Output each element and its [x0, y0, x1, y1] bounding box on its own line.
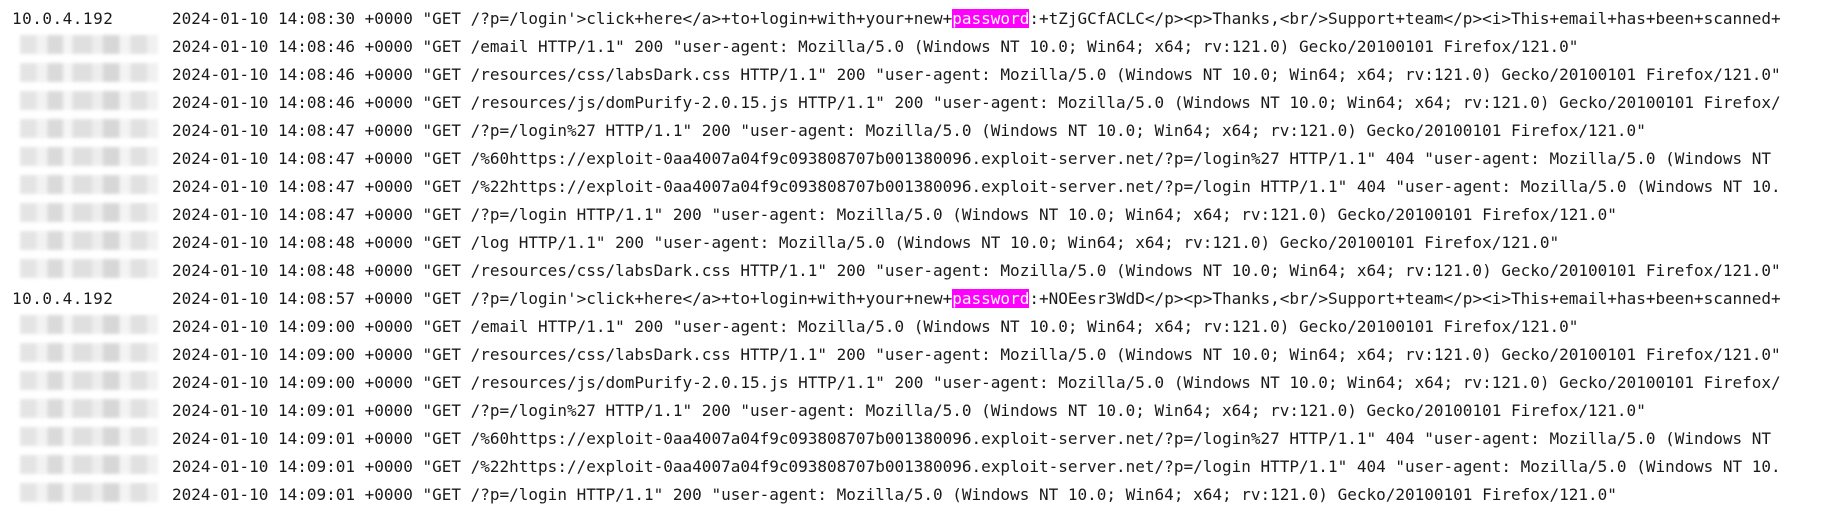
log-text-after: :+NOEesr3WdD</p><p>Thanks,<br/>Support+t…	[1029, 288, 1781, 308]
log-entry-text: 2024-01-10 14:08:48 +0000 "GET /resource…	[172, 260, 1781, 280]
ip-address	[0, 118, 172, 142]
log-row: 2024-01-10 14:09:00 +0000 "GET /resource…	[0, 340, 1841, 368]
redacted-ip	[20, 370, 158, 390]
log-entry-text: 2024-01-10 14:08:48 +0000 "GET /log HTTP…	[172, 232, 1560, 252]
log-row: 2024-01-10 14:09:00 +0000 "GET /email HT…	[0, 312, 1841, 340]
log-entry-text: 2024-01-10 14:08:30 +0000 "GET /?p=/logi…	[172, 8, 1841, 28]
log-row: 2024-01-10 14:08:46 +0000 "GET /resource…	[0, 60, 1841, 88]
search-highlight: password	[952, 288, 1030, 308]
ip-address: 10.0.4.192	[12, 288, 114, 308]
log-row: 10.0.4.192 2024-01-10 14:08:57 +0000 "GET…	[0, 284, 1841, 312]
log-entry-text: 2024-01-10 14:09:01 +0000 "GET /%60https…	[172, 428, 1772, 448]
access-log-view: 10.0.4.192 2024-01-10 14:08:30 +0000 "GET…	[0, 0, 1841, 525]
log-row: 2024-01-10 14:08:47 +0000 "GET /?p=/logi…	[0, 200, 1841, 228]
log-row: 10.0.4.192 2024-01-10 14:08:30 +0000 "GET…	[0, 4, 1841, 32]
redacted-ip	[20, 34, 158, 54]
log-row: 2024-01-10 14:09:01 +0000 "GET /%22https…	[0, 452, 1841, 480]
ip-address	[0, 202, 172, 226]
ip-address	[0, 34, 172, 58]
ip-address	[0, 398, 172, 422]
ip-address	[0, 146, 172, 170]
log-entry-text: 2024-01-10 14:08:47 +0000 "GET /%60https…	[172, 148, 1772, 168]
log-row: 2024-01-10 14:08:47 +0000 "GET /?p=/logi…	[0, 116, 1841, 144]
log-entry-text: 2024-01-10 14:08:47 +0000 "GET /?p=/logi…	[172, 204, 1617, 224]
redacted-ip	[20, 202, 158, 222]
redacted-ip	[20, 398, 158, 418]
ip-address	[0, 454, 172, 478]
log-row: 2024-01-10 14:08:47 +0000 "GET /%60https…	[0, 144, 1841, 172]
redacted-ip	[20, 454, 158, 474]
log-entry-text: 2024-01-10 14:09:01 +0000 "GET /?p=/logi…	[172, 484, 1617, 504]
log-entry-text: 2024-01-10 14:08:47 +0000 "GET /?p=/logi…	[172, 120, 1646, 140]
log-row: 2024-01-10 14:08:47 +0000 "GET /%22https…	[0, 172, 1841, 200]
ip-address	[0, 314, 172, 338]
redacted-ip	[20, 482, 158, 502]
redacted-ip	[20, 146, 158, 166]
log-row: 2024-01-10 14:09:01 +0000 "GET /%60https…	[0, 424, 1841, 452]
log-entry-text: 2024-01-10 14:08:46 +0000 "GET /resource…	[172, 64, 1781, 84]
ip-address	[0, 370, 172, 394]
redacted-ip	[20, 230, 158, 250]
log-text-before: 2024-01-10 14:08:30 +0000 "GET /?p=/logi…	[172, 8, 953, 28]
log-text-before: 2024-01-10 14:08:57 +0000 "GET /?p=/logi…	[172, 288, 953, 308]
redacted-ip	[20, 314, 158, 334]
log-row: 2024-01-10 14:09:01 +0000 "GET /?p=/logi…	[0, 396, 1841, 424]
redacted-ip	[20, 118, 158, 138]
ip-address	[0, 426, 172, 450]
redacted-ip	[20, 90, 158, 110]
ip-address	[0, 174, 172, 198]
ip-address	[0, 90, 172, 114]
log-text-after: :+tZjGCfACLC</p><p>Thanks,<br/>Support+t…	[1029, 8, 1781, 28]
log-row: 2024-01-10 14:09:00 +0000 "GET /resource…	[0, 368, 1841, 396]
log-entry-text: 2024-01-10 14:09:01 +0000 "GET /?p=/logi…	[172, 400, 1646, 420]
redacted-ip	[20, 62, 158, 82]
ip-address	[0, 230, 172, 254]
log-row: 2024-01-10 14:09:01 +0000 "GET /?p=/logi…	[0, 480, 1841, 508]
redacted-ip	[20, 258, 158, 278]
redacted-ip	[20, 174, 158, 194]
ip-address: 10.0.4.192	[12, 8, 114, 28]
log-entry-text: 2024-01-10 14:09:00 +0000 "GET /resource…	[172, 344, 1781, 364]
log-entry-text: 2024-01-10 14:08:46 +0000 "GET /resource…	[172, 92, 1781, 112]
redacted-ip	[20, 426, 158, 446]
log-row: 2024-01-10 14:08:46 +0000 "GET /resource…	[0, 88, 1841, 116]
log-row: 2024-01-10 14:08:48 +0000 "GET /log HTTP…	[0, 228, 1841, 256]
log-entry-text: 2024-01-10 14:09:00 +0000 "GET /email HT…	[172, 316, 1579, 336]
ip-address	[0, 482, 172, 506]
log-entry-text: 2024-01-10 14:09:01 +0000 "GET /%22https…	[172, 456, 1781, 476]
search-highlight: password	[952, 8, 1030, 28]
ip-address	[0, 62, 172, 86]
log-entry-text: 2024-01-10 14:08:57 +0000 "GET /?p=/logi…	[172, 288, 1841, 308]
log-entry-text: 2024-01-10 14:08:47 +0000 "GET /%22https…	[172, 176, 1781, 196]
ip-address	[0, 342, 172, 366]
log-row: 2024-01-10 14:08:46 +0000 "GET /email HT…	[0, 32, 1841, 60]
log-entry-text: 2024-01-10 14:09:00 +0000 "GET /resource…	[172, 372, 1781, 392]
log-row: 2024-01-10 14:08:48 +0000 "GET /resource…	[0, 256, 1841, 284]
redacted-ip	[20, 342, 158, 362]
ip-address	[0, 258, 172, 282]
log-entry-text: 2024-01-10 14:08:46 +0000 "GET /email HT…	[172, 36, 1579, 56]
